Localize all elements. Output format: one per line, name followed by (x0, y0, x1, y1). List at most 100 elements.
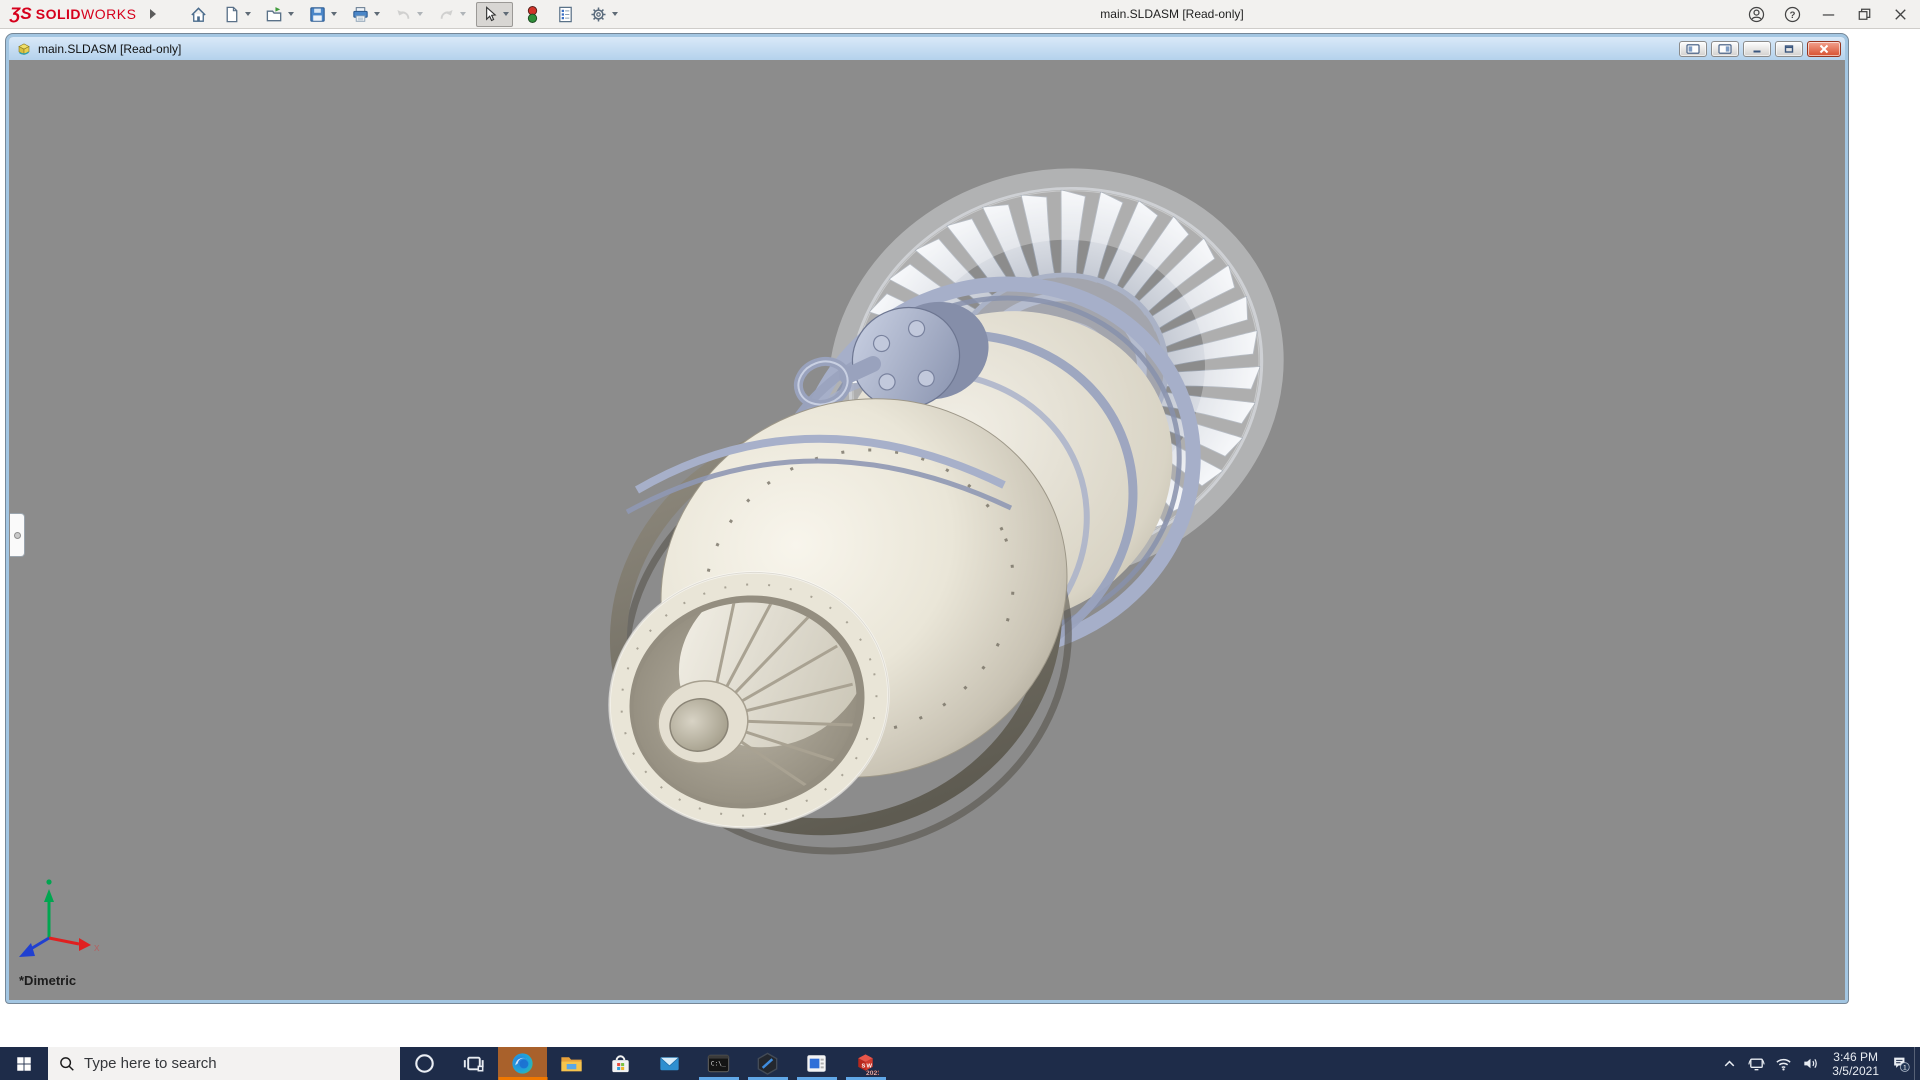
volume-button[interactable] (1797, 1047, 1824, 1080)
tablet-mode-button[interactable] (1743, 1047, 1770, 1080)
wifi-icon (1774, 1054, 1793, 1073)
task-view-button[interactable] (449, 1047, 498, 1080)
volume-icon (1801, 1054, 1820, 1073)
doc-restore-button[interactable] (1775, 40, 1803, 57)
doc-close-icon (1819, 44, 1829, 53)
show-desktop-button[interactable] (1914, 1047, 1920, 1080)
doc-restore-icon (1784, 44, 1794, 53)
redo-button (433, 2, 470, 27)
dropdown-caret-icon[interactable] (245, 12, 252, 16)
minimize-button[interactable] (1810, 0, 1846, 29)
help-button[interactable] (1774, 0, 1810, 29)
assembly-icon (16, 41, 32, 57)
terminal-button[interactable] (694, 1047, 743, 1080)
chevron-up-icon (1720, 1054, 1739, 1073)
taskbar-clock[interactable]: 3:46 PM 3/5/2021 (1824, 1050, 1887, 1078)
open-button[interactable] (261, 2, 298, 27)
close-icon (1891, 5, 1910, 24)
logo-text-light: WORKS (81, 6, 137, 22)
save-icon (308, 5, 327, 24)
document-title: main.SLDASM [Read-only] (38, 41, 182, 56)
view-orientation-label: *Dimetric (19, 973, 77, 988)
minimize-icon (1819, 5, 1838, 24)
close-button[interactable] (1882, 0, 1918, 29)
search-input[interactable] (84, 1055, 364, 1072)
home-button[interactable] (185, 2, 212, 27)
action-center-button[interactable] (1887, 1047, 1914, 1080)
clock-time: 3:46 PM (1833, 1049, 1878, 1064)
x-axis-label: x (94, 942, 100, 954)
dropdown-caret-icon[interactable] (503, 12, 510, 16)
restore-button[interactable] (1846, 0, 1882, 29)
window-app-icon (803, 1050, 830, 1077)
cortana-button[interactable] (400, 1047, 449, 1080)
document-titlebar[interactable]: main.SLDASM [Read-only] (9, 37, 1845, 60)
print-button[interactable] (347, 2, 384, 27)
z-axis-arrow (19, 943, 35, 957)
dropdown-caret-icon[interactable] (460, 12, 467, 16)
taskbar-apps (400, 1047, 890, 1080)
select-icon (480, 5, 499, 24)
solidworks-button[interactable] (841, 1047, 890, 1080)
taskbar-search[interactable] (48, 1047, 400, 1080)
windows-logo-icon (15, 1055, 33, 1073)
account-icon (1747, 5, 1766, 24)
save-button[interactable] (304, 2, 341, 27)
dropdown-caret-icon[interactable] (331, 12, 338, 16)
store-icon (607, 1050, 634, 1077)
document-window-controls (1675, 40, 1841, 57)
restore-icon (1855, 5, 1874, 24)
app-titlebar: ƷS SOLID WORKS main.SLDASM [Read-only] (0, 0, 1920, 29)
edge-button[interactable] (498, 1047, 547, 1080)
undo-icon (394, 5, 413, 24)
solidworks-logo: ƷS SOLID WORKS (0, 4, 136, 24)
taskbar: 3:46 PM 3/5/2021 (0, 1047, 1920, 1080)
dropdown-caret-icon[interactable] (417, 12, 424, 16)
file-explorer-icon (558, 1050, 585, 1077)
expander-dot-icon (13, 531, 21, 539)
store-button[interactable] (596, 1047, 645, 1080)
app-title: main.SLDASM [Read-only] (1100, 7, 1244, 21)
dropdown-caret-icon[interactable] (288, 12, 295, 16)
rebuild-button[interactable] (519, 2, 546, 27)
logo-text-bold: SOLID (35, 6, 82, 22)
mail-button[interactable] (645, 1047, 694, 1080)
new-icon (222, 5, 241, 24)
graphics-viewport[interactable]: x *Dimetric (9, 60, 1845, 1000)
file-properties-button[interactable] (552, 2, 579, 27)
dropdown-caret-icon[interactable] (374, 12, 381, 16)
doc-close-button[interactable] (1807, 40, 1841, 57)
tray-overflow-button[interactable] (1716, 1047, 1743, 1080)
orientation-triad: x (19, 879, 100, 957)
options-icon (589, 5, 608, 24)
doc-minimize-icon (1753, 50, 1761, 52)
document-window: main.SLDASM [Read-only] x *Dimetric (6, 34, 1848, 1003)
options-button[interactable] (585, 2, 622, 27)
redo-icon (437, 5, 456, 24)
select-button[interactable] (476, 1, 514, 27)
dev-hex-button[interactable] (743, 1047, 792, 1080)
pane-left-button[interactable] (1679, 40, 1707, 57)
network-button[interactable] (1770, 1047, 1797, 1080)
pane-right-icon (1718, 43, 1732, 54)
file-explorer-button[interactable] (547, 1047, 596, 1080)
engine-3d-model[interactable]: x (9, 60, 1845, 1000)
clock-date: 3/5/2021 (1832, 1063, 1879, 1078)
solidworks-icon (852, 1050, 879, 1077)
window-app-button[interactable] (792, 1047, 841, 1080)
new-button[interactable] (218, 2, 255, 27)
home-icon (189, 5, 208, 24)
pane-right-button[interactable] (1711, 40, 1739, 57)
pane-left-icon (1686, 43, 1700, 54)
doc-minimize-button[interactable] (1743, 40, 1771, 57)
undo-button (390, 2, 427, 27)
start-button[interactable] (0, 1047, 48, 1080)
dropdown-caret-icon[interactable] (612, 12, 619, 16)
y-axis-arrow (44, 889, 54, 902)
help-icon (1783, 5, 1802, 24)
account-button[interactable] (1738, 0, 1774, 29)
expand-menu-icon[interactable] (150, 9, 157, 19)
feature-panel-expander[interactable] (10, 513, 25, 557)
print-icon (351, 5, 370, 24)
cortana-icon (411, 1050, 438, 1077)
